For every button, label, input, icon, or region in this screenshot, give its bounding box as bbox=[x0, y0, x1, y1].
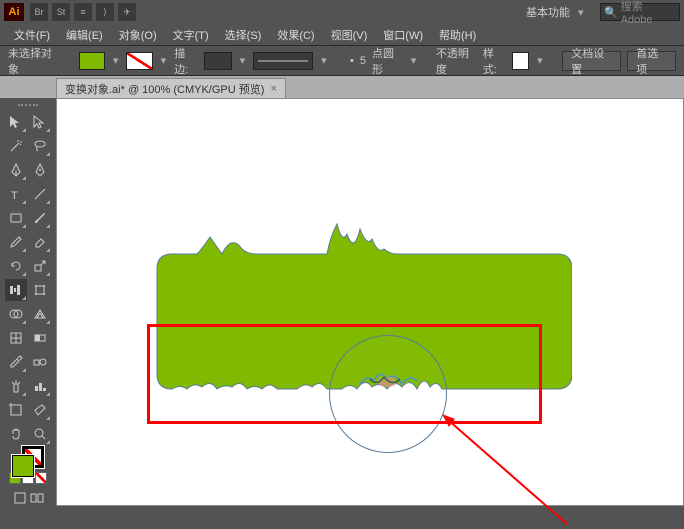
fill-stroke-indicator[interactable] bbox=[12, 455, 44, 468]
document-setup-button[interactable]: 文档设置 bbox=[562, 51, 621, 71]
width-tool[interactable] bbox=[5, 279, 27, 301]
menubar: 文件(F) 编辑(E) 对象(O) 文字(T) 选择(S) 效果(C) 视图(V… bbox=[0, 24, 684, 46]
menu-object[interactable]: 对象(O) bbox=[111, 27, 165, 43]
document-tabbar: 变换对象.ai* @ 100% (CMYK/GPU 预览) × bbox=[0, 76, 684, 98]
stroke-weight-dropdown-icon[interactable]: ▾ bbox=[238, 54, 248, 67]
profile-label: 点圆形 bbox=[372, 45, 403, 77]
preferences-button[interactable]: 首选项 bbox=[627, 51, 676, 71]
document-tab[interactable]: 变换对象.ai* @ 100% (CMYK/GPU 预览) × bbox=[56, 78, 286, 98]
menu-file[interactable]: 文件(F) bbox=[6, 27, 58, 43]
symbol-sprayer-tool[interactable] bbox=[5, 375, 27, 397]
stock-icon[interactable]: St bbox=[52, 3, 70, 21]
menu-help[interactable]: 帮助(H) bbox=[431, 27, 484, 43]
profile-size: 5 bbox=[360, 55, 366, 67]
fill-swatch[interactable] bbox=[79, 52, 105, 70]
stroke-label: 描边: bbox=[174, 45, 197, 77]
lasso-tool[interactable] bbox=[29, 135, 51, 157]
panel-gripper-icon[interactable] bbox=[18, 104, 38, 107]
paintbrush-tool[interactable] bbox=[29, 207, 51, 229]
menu-window[interactable]: 窗口(W) bbox=[375, 27, 431, 43]
rectangle-tool[interactable] bbox=[5, 207, 27, 229]
screen-mode-row bbox=[12, 490, 45, 506]
eyedropper-tool[interactable] bbox=[5, 351, 27, 373]
profile-dropdown-icon[interactable]: ▾ bbox=[409, 54, 419, 67]
eraser-tool[interactable] bbox=[29, 231, 51, 253]
graph-tool[interactable] bbox=[29, 375, 51, 397]
stroke-swatch[interactable] bbox=[126, 52, 152, 70]
selection-tool[interactable] bbox=[5, 111, 27, 133]
line-tool[interactable] bbox=[29, 183, 51, 205]
arrow-annotation bbox=[437, 409, 577, 529]
brush-selector[interactable] bbox=[253, 52, 313, 70]
search-placeholder: 搜索 Adobe bbox=[621, 0, 676, 26]
blend-tool[interactable] bbox=[29, 351, 51, 373]
control-bar: 未选择对象 ▾ ▾ 描边: ▾ ▾ • 5 点圆形 ▾ 不透明度 样式: ▾ 文… bbox=[0, 46, 684, 76]
search-input[interactable]: 🔍 搜索 Adobe bbox=[600, 3, 680, 21]
stroke-dropdown-icon[interactable]: ▾ bbox=[159, 54, 169, 67]
color-mode-none[interactable] bbox=[35, 472, 47, 484]
screen-mode-toggle[interactable] bbox=[29, 490, 45, 506]
brush-dropdown-icon[interactable]: ▾ bbox=[319, 54, 329, 67]
menu-edit[interactable]: 编辑(E) bbox=[58, 27, 111, 43]
plane-icon[interactable]: ✈ bbox=[118, 3, 136, 21]
free-transform-tool[interactable] bbox=[29, 279, 51, 301]
svg-text:T: T bbox=[11, 190, 18, 202]
app-topbar: Ai Br St ≡ ⟩ ✈ 基本功能 ▾ 🔍 搜索 Adobe bbox=[0, 0, 684, 24]
canvas[interactable] bbox=[56, 98, 684, 506]
menu-effect[interactable]: 效果(C) bbox=[269, 27, 322, 43]
style-label: 样式: bbox=[483, 45, 506, 77]
mesh-tool[interactable] bbox=[5, 327, 27, 349]
pen-tool[interactable] bbox=[5, 159, 27, 181]
graphic-style-swatch[interactable] bbox=[512, 52, 529, 70]
direct-selection-tool[interactable] bbox=[29, 111, 51, 133]
fill-color-icon[interactable] bbox=[12, 455, 34, 477]
fill-dropdown-icon[interactable]: ▾ bbox=[111, 54, 121, 67]
opacity-label: 不透明度 bbox=[436, 45, 477, 77]
menu-select[interactable]: 选择(S) bbox=[217, 27, 270, 43]
magic-wand-tool[interactable] bbox=[5, 135, 27, 157]
scale-tool[interactable] bbox=[29, 255, 51, 277]
screen-mode-normal[interactable] bbox=[12, 490, 28, 506]
menu-view[interactable]: 视图(V) bbox=[323, 27, 376, 43]
menu-type[interactable]: 文字(T) bbox=[165, 27, 217, 43]
tab-close-icon[interactable]: × bbox=[270, 83, 276, 95]
artboard-tool[interactable] bbox=[5, 399, 27, 421]
tab-title: 变换对象.ai* @ 100% (CMYK/GPU 预览) bbox=[65, 81, 264, 97]
selection-status: 未选择对象 bbox=[8, 45, 59, 77]
bridge-icon[interactable]: Br bbox=[30, 3, 48, 21]
workspace-dropdown-icon[interactable]: ▾ bbox=[578, 6, 590, 18]
workspace-switcher[interactable]: 基本功能 bbox=[526, 4, 570, 20]
type-tool[interactable]: T bbox=[5, 183, 27, 205]
arrange-icon[interactable]: ≡ bbox=[74, 3, 92, 21]
gradient-tool[interactable] bbox=[29, 327, 51, 349]
search-icon: 🔍 bbox=[604, 6, 618, 19]
hand-tool[interactable] bbox=[5, 423, 27, 445]
tools-panel: T bbox=[0, 98, 56, 506]
rotate-tool[interactable] bbox=[5, 255, 27, 277]
more-icon[interactable]: ⟩ bbox=[96, 3, 114, 21]
stroke-weight-input[interactable] bbox=[204, 52, 232, 70]
ai-logo: Ai bbox=[4, 3, 24, 21]
curvature-tool[interactable] bbox=[29, 159, 51, 181]
slice-tool[interactable] bbox=[29, 399, 51, 421]
perspective-tool[interactable] bbox=[29, 303, 51, 325]
pencil-tool[interactable] bbox=[5, 231, 27, 253]
style-dropdown-icon[interactable]: ▾ bbox=[535, 54, 545, 67]
zoom-tool[interactable] bbox=[29, 423, 51, 445]
shape-builder-tool[interactable] bbox=[5, 303, 27, 325]
